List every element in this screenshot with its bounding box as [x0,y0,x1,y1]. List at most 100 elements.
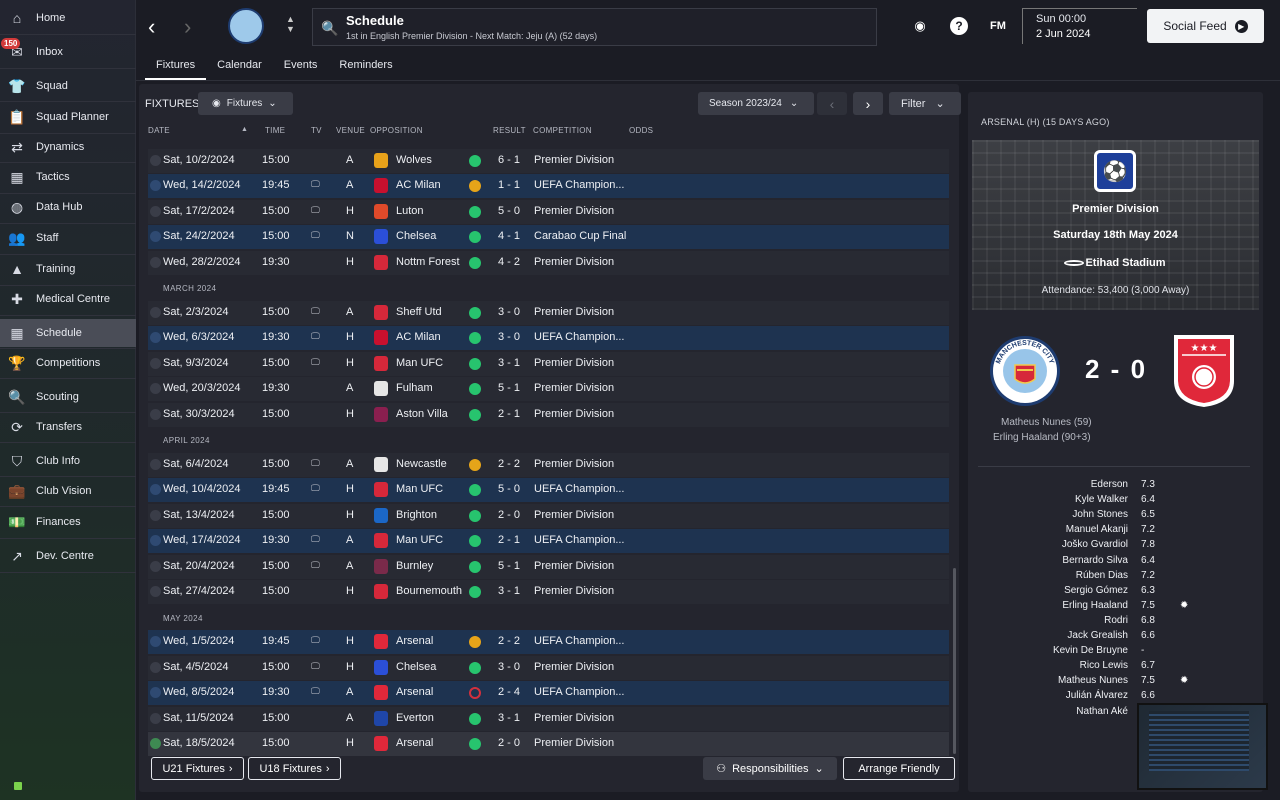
fixture-competition[interactable]: Premier Division [534,560,614,572]
sidebar-item-data-hub[interactable]: ◍ Data Hub [0,193,136,221]
fixture-row[interactable]: Wed, 28/2/2024 19:30 H Nottm Forest 4 - 2 Pre… [148,251,949,275]
fixture-result[interactable]: 5 - 1 [498,560,520,572]
sidebar-item-squad[interactable]: 👕 Squad [0,72,136,100]
sidebar-item-competitions[interactable]: 🏆 Competitions [0,349,136,377]
column-header-opposition[interactable]: OPPOSITION [370,126,423,135]
fixture-result[interactable]: 3 - 1 [498,712,520,724]
player-name[interactable]: Bernardo Silva [980,555,1128,566]
fixture-row[interactable]: Sat, 20/4/2024 15:00 🖵 A Burnley 5 - 1 Premier… [148,555,949,579]
fixture-competition[interactable]: Premier Division [534,737,614,749]
fixture-opposition[interactable]: AC Milan [396,179,441,191]
sidebar-item-club-info[interactable]: ⛉ Club Info [0,447,136,475]
fixture-result[interactable]: 1 - 1 [498,179,520,191]
sidebar-item-club-vision[interactable]: 💼 Club Vision [0,477,136,505]
fixture-competition[interactable]: Premier Division [534,712,614,724]
tab-events[interactable]: Events [273,56,329,80]
fm-logo-icon[interactable]: FM [989,17,1007,35]
player-name[interactable]: Sergio Gómez [980,585,1128,596]
fixture-result[interactable]: 2 - 1 [498,534,520,546]
fixture-competition[interactable]: Premier Division [534,408,614,420]
previous-page-button[interactable]: ‹ [817,92,847,115]
fixture-competition[interactable]: Premier Division [534,205,614,217]
fixture-row[interactable]: Wed, 20/3/2024 19:30 A Fulham 5 - 1 Premier D… [148,377,949,401]
fixture-row[interactable]: Sat, 30/3/2024 15:00 H Aston Villa 2 - 1 Prem… [148,403,949,427]
player-name[interactable]: Nathan Aké [980,706,1128,717]
fixture-competition[interactable]: UEFA Champion... [534,635,625,647]
club-switch-arrows-icon[interactable]: ▲ ▼ [286,14,295,34]
fixture-row[interactable]: Sat, 9/3/2024 15:00 🖵 H Man UFC 3 - 1 Premier … [148,352,949,376]
fixture-competition[interactable]: Premier Division [534,357,614,369]
fixture-opposition[interactable]: Fulham [396,382,433,394]
fixture-row[interactable]: Sat, 6/4/2024 15:00 🖵 A Newcastle 2 - 2 Premie… [148,453,949,477]
fixture-competition[interactable]: UEFA Champion... [534,534,625,546]
fixture-competition[interactable]: UEFA Champion... [534,483,625,495]
player-name[interactable]: Rico Lewis [980,660,1128,671]
sidebar-item-staff[interactable]: 👥 Staff [0,224,136,252]
u18-fixtures-button[interactable]: U18 Fixtures › [248,757,341,780]
arrange-friendly-button[interactable]: Arrange Friendly [843,757,955,780]
u21-fixtures-button[interactable]: U21 Fixtures › [151,757,244,780]
sidebar-item-squad-planner[interactable]: 📋 Squad Planner [0,103,136,131]
fixture-result[interactable]: 3 - 0 [498,661,520,673]
page-title-box[interactable]: 🔍 Schedule 1st in English Premier Divisi… [312,8,877,46]
fixture-competition[interactable]: Premier Division [534,256,614,268]
fixture-opposition[interactable]: Chelsea [396,230,436,242]
fixture-row[interactable]: Sat, 2/3/2024 15:00 🖵 A Sheff Utd 3 - 0 Premie… [148,301,949,325]
world-icon[interactable]: ◉ [911,17,929,35]
player-name[interactable]: Joško Gvardiol [980,539,1128,550]
fixture-result[interactable]: 2 - 0 [498,509,520,521]
fixture-row[interactable]: Wed, 14/2/2024 19:45 🖵 A AC Milan 1 - 1 UEFA C… [148,174,949,198]
fixture-row[interactable]: Sat, 10/2/2024 15:00 A Wolves 6 - 1 Premier D… [148,149,949,173]
fixture-opposition[interactable]: Bournemouth [396,585,462,597]
fixture-result[interactable]: 5 - 0 [498,483,520,495]
fixture-opposition[interactable]: Sheff Utd [396,306,442,318]
fixture-row[interactable]: Sat, 27/4/2024 15:00 H Bournemouth 3 - 1 Prem… [148,580,949,604]
fixture-competition[interactable]: Premier Division [534,458,614,470]
fixture-result[interactable]: 2 - 4 [498,686,520,698]
sidebar-item-dev-centre[interactable]: ↗ Dev. Centre [0,542,136,570]
fixture-opposition[interactable]: Brighton [396,509,437,521]
player-name[interactable]: John Stones [980,509,1128,520]
fixture-opposition[interactable]: Chelsea [396,661,436,673]
fixture-row[interactable]: Sat, 4/5/2024 15:00 🖵 H Chelsea 3 - 0 Premier … [148,656,949,680]
fixture-opposition[interactable]: Burnley [396,560,433,572]
fixture-opposition[interactable]: Newcastle [396,458,447,470]
filter-dropdown[interactable]: Filter ⌄ [889,92,961,115]
player-name[interactable]: Matheus Nunes [980,675,1128,686]
fixture-result[interactable]: 6 - 1 [498,154,520,166]
fixture-row[interactable]: Wed, 17/4/2024 19:30 🖵 A Man UFC 2 - 1 UEFA Ch… [148,529,949,553]
fixture-row[interactable]: Wed, 1/5/2024 19:45 🖵 H Arsenal 2 - 2 UEFA Cha… [148,630,949,654]
club-crest-icon[interactable] [228,8,264,44]
sort-ascending-icon[interactable]: ▲ [241,126,248,133]
fixture-result[interactable]: 2 - 1 [498,408,520,420]
fixture-competition[interactable]: UEFA Champion... [534,179,625,191]
sidebar-item-finances[interactable]: 💵 Finances [0,508,136,536]
fixture-competition[interactable]: Premier Division [534,585,614,597]
sidebar-item-medical-centre[interactable]: ✚ Medical Centre [0,285,136,313]
fixture-result[interactable]: 2 - 0 [498,737,520,749]
fixture-competition[interactable]: Premier Division [534,382,614,394]
fixture-row[interactable]: Sat, 18/5/2024 15:00 H Arsenal 2 - 0 Premier … [148,732,949,756]
fixture-opposition[interactable]: Man UFC [396,483,443,495]
fixture-row[interactable]: Sat, 24/2/2024 15:00 🖵 N Chelsea 4 - 1 Carabao… [148,225,949,249]
fixture-row[interactable]: Wed, 6/3/2024 19:30 🖵 H AC Milan 3 - 0 UEFA Ch… [148,326,949,350]
column-header-time[interactable]: TIME [265,126,285,135]
sidebar-item-home[interactable]: ⌂ Home [0,4,136,32]
player-name[interactable]: Manuel Akanji [980,524,1128,535]
fixture-result[interactable]: 4 - 2 [498,256,520,268]
fixture-result[interactable]: 2 - 2 [498,635,520,647]
forward-arrow-icon[interactable]: › [184,14,191,40]
fixture-result[interactable]: 3 - 0 [498,331,520,343]
fixture-competition[interactable]: Premier Division [534,661,614,673]
sidebar-item-schedule[interactable]: ▦ Schedule [0,319,136,347]
player-name[interactable]: Kevin De Bruyne [980,645,1128,656]
sidebar-item-tactics[interactable]: ▦ Tactics [0,163,136,191]
player-name[interactable]: Rodri [980,615,1128,626]
scrollbar[interactable] [953,568,956,754]
next-page-button[interactable]: › [853,92,883,115]
sidebar-item-training[interactable]: ▲ Training [0,255,136,283]
fixture-opposition[interactable]: Arsenal [396,737,433,749]
fixture-opposition[interactable]: Man UFC [396,357,443,369]
fixture-row[interactable]: Sat, 17/2/2024 15:00 🖵 H Luton 5 - 0 Premier D… [148,200,949,224]
help-icon[interactable]: ? [950,17,968,35]
